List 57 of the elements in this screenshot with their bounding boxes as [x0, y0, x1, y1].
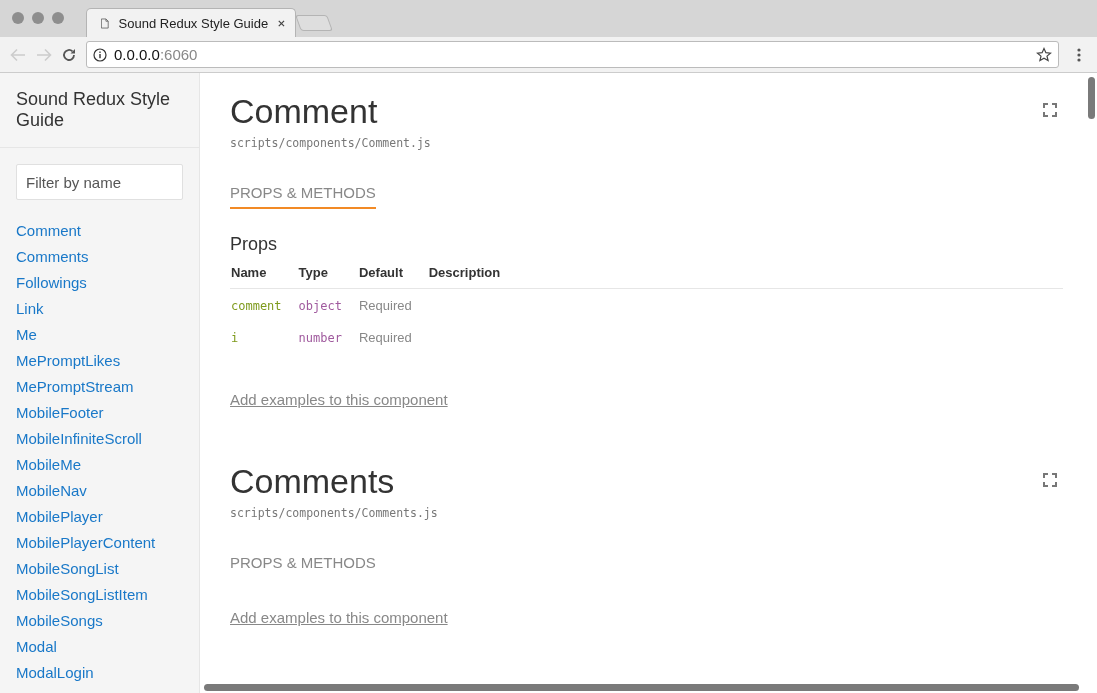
window-close-button[interactable]	[12, 12, 24, 24]
info-icon[interactable]	[93, 47, 107, 62]
close-icon[interactable]	[278, 18, 285, 28]
fullscreen-icon[interactable]	[1043, 473, 1057, 487]
component-link[interactable]: MePromptLikes	[16, 348, 183, 374]
component-heading: Comment	[230, 91, 378, 131]
component-heading: Comments	[230, 461, 395, 501]
bookmark-star-icon[interactable]	[1036, 46, 1052, 63]
horizontal-scrollbar[interactable]	[204, 684, 1079, 691]
component-link[interactable]: Modal	[16, 634, 183, 660]
window-zoom-button[interactable]	[52, 12, 64, 24]
component-link[interactable]: Me	[16, 322, 183, 348]
prop-name: i	[230, 329, 240, 347]
file-path: scripts/components/Comment.js	[230, 136, 432, 150]
prop-type: object	[297, 288, 358, 321]
props-heading: Props	[230, 234, 279, 255]
new-tab-button[interactable]	[295, 15, 333, 31]
component-link[interactable]: MePromptStream	[16, 374, 183, 400]
window-minimize-button[interactable]	[32, 12, 44, 24]
back-arrow-icon[interactable]	[10, 47, 26, 62]
document-icon	[101, 16, 109, 30]
component-link[interactable]: MobileSongs	[16, 608, 183, 634]
prop-default: Required	[357, 288, 428, 321]
component-link[interactable]: Comments	[16, 244, 183, 270]
component-link[interactable]: Followings	[16, 270, 183, 296]
vertical-scrollbar[interactable]	[1088, 77, 1095, 119]
component-link[interactable]: Link	[16, 296, 183, 322]
reload-icon[interactable]	[62, 47, 76, 62]
column-header: Description	[427, 261, 1063, 289]
component-link[interactable]: Comment	[16, 218, 183, 244]
component-link[interactable]: MobileSongListItem	[16, 582, 183, 608]
browser-tab[interactable]: Sound Redux Style Guide	[86, 8, 296, 37]
prop-type: number	[297, 329, 343, 347]
filter-field[interactable]: Filter by name	[16, 164, 183, 200]
component-link[interactable]: MobileMe	[16, 452, 183, 478]
file-path: scripts/components/Comments.js	[230, 506, 439, 520]
site-title: Sound Redux Style Guide	[16, 89, 172, 131]
component-link[interactable]: MobileInfiniteScroll	[16, 426, 183, 452]
component-link[interactable]: MobileSongList	[16, 556, 183, 582]
address-field[interactable]: 0.0.0.0:6060	[86, 41, 1059, 68]
prop-name: comment	[230, 288, 298, 321]
component-link[interactable]: MobileFooter	[16, 400, 183, 426]
column-header: Name	[230, 261, 298, 289]
add-examples-link[interactable]: Add examples to this component	[230, 609, 448, 626]
component-link[interactable]: MobilePlayer	[16, 504, 183, 530]
column-header: Type	[297, 261, 358, 289]
component-link[interactable]: MobileNav	[16, 478, 183, 504]
props-methods-tab[interactable]: PROPS & METHODS	[230, 184, 376, 209]
fullscreen-icon[interactable]	[1043, 103, 1057, 117]
add-examples-link[interactable]: Add examples to this component	[230, 391, 448, 408]
component-link[interactable]: MobilePlayerContent	[16, 530, 183, 556]
forward-arrow-icon[interactable]	[36, 47, 52, 62]
props-methods-tab[interactable]: PROPS & METHODS	[230, 554, 376, 579]
component-link[interactable]: ModalLogin	[16, 660, 183, 686]
prop-default: Required	[357, 329, 413, 347]
menu-icon[interactable]	[1077, 47, 1081, 62]
column-header: Default	[357, 261, 428, 289]
